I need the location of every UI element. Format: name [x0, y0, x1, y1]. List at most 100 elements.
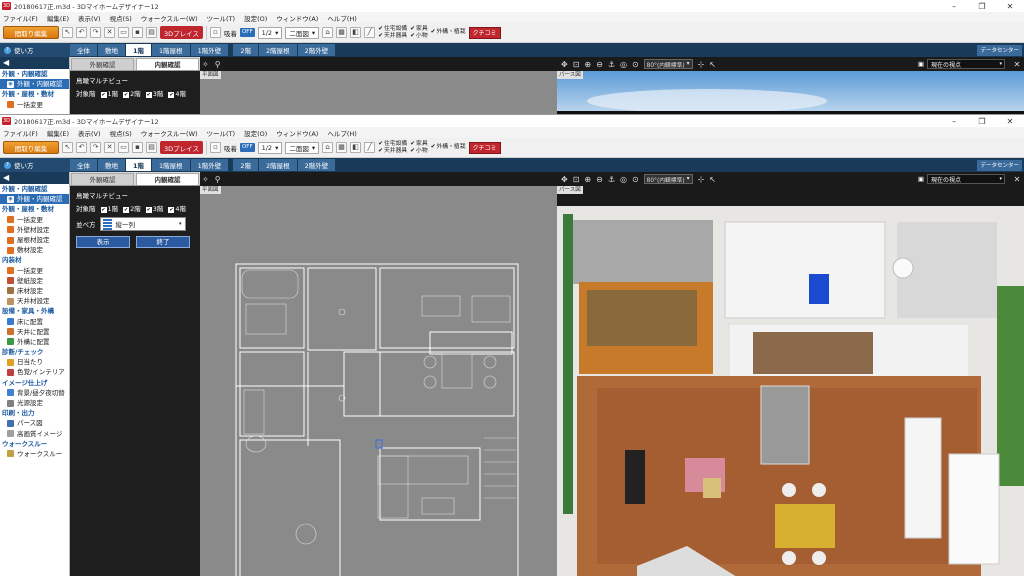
check-housing[interactable]: 住宅設備: [378, 26, 407, 33]
floor2-check[interactable]: ✔ 2階: [123, 88, 141, 98]
undo-icon[interactable]: ↶: [76, 27, 87, 38]
floor1-check[interactable]: ✔ 1階: [100, 203, 118, 213]
rotate-icon[interactable]: ◎: [620, 60, 627, 69]
menu-window[interactable]: ウィンドウ(A): [276, 128, 318, 138]
check-furniture[interactable]: 家具: [410, 26, 428, 33]
camera-dropdown[interactable]: 現在の視点 ▾: [927, 174, 1005, 184]
tab-floor1[interactable]: 1階: [126, 44, 152, 56]
check-ceiling[interactable]: 天井器具: [378, 148, 407, 155]
zoom-in-icon[interactable]: ⊕: [584, 60, 591, 69]
floor3-check[interactable]: ✔ 3階: [145, 88, 163, 98]
menu-file[interactable]: ファイル(F): [3, 13, 38, 23]
sidebar-item-light[interactable]: 光源設定: [0, 398, 69, 408]
sidebar-item-place-exterior[interactable]: 外構に配置: [0, 337, 69, 347]
restore-button[interactable]: ❐: [968, 117, 996, 126]
eye-icon[interactable]: ⊙: [632, 175, 639, 184]
tab-exterior[interactable]: 外観確認: [71, 173, 134, 185]
kuchikomi-button[interactable]: クチコミ: [468, 26, 501, 39]
camera-dropdown[interactable]: 現在の視点 ▾: [927, 59, 1005, 69]
zoom-area-icon[interactable]: ⊡: [573, 60, 580, 69]
menu-help[interactable]: ヘルプ(H): [327, 13, 356, 23]
sidebar-item-sunlight[interactable]: 日当たり: [0, 357, 69, 367]
menu-edit[interactable]: 編集(E): [47, 13, 69, 23]
menu-viewpoint[interactable]: 視点(S): [110, 128, 132, 138]
sidebar-item-wallpaper[interactable]: 壁紙設定: [0, 276, 69, 286]
light-icon[interactable]: ✧: [202, 60, 209, 69]
tab-floor1-roof[interactable]: 1階屋根: [152, 44, 190, 56]
menu-view[interactable]: 表示(V): [78, 13, 101, 23]
sidebar-item-paving[interactable]: 敷材設定: [0, 245, 69, 255]
sidebar-item-bulk[interactable]: 一括変更: [0, 100, 69, 110]
perspective-view[interactable]: ✥ ⊡ ⊕ ⊖ ⚓ ◎ ⊙ 80°(内観標準) ▾ ⊹ ↖ ▣ 現在の視点 ▾ ✕ パース図: [557, 172, 1024, 576]
open-icon[interactable]: ▭: [118, 27, 129, 38]
zoom-in-icon[interactable]: ⊕: [584, 175, 591, 184]
check-exterior[interactable]: 外構・植栽: [431, 29, 466, 36]
scale-dropdown[interactable]: 1/2 ▾: [257, 26, 283, 39]
tab-interior[interactable]: 内観確認: [136, 58, 199, 70]
ruler-icon[interactable]: ╱: [364, 142, 376, 153]
floor4-check[interactable]: ✔ 4階: [168, 88, 186, 98]
tab-floor2[interactable]: 2階: [233, 44, 258, 56]
sidebar-item-floor[interactable]: 床材設定: [0, 286, 69, 296]
sidebar-item-bulk-change[interactable]: 一括変更: [0, 215, 69, 225]
sidebar-item-view-check[interactable]: ◉ 外観・内観確認: [0, 194, 69, 205]
minimize-button[interactable]: –: [940, 117, 968, 126]
view-close-button[interactable]: ✕: [1010, 60, 1024, 69]
snap-toggle[interactable]: OFF: [239, 143, 255, 152]
3dplace-button[interactable]: 3Dプレイス: [160, 141, 203, 154]
tab-floor2[interactable]: 2階: [233, 159, 258, 171]
move-icon[interactable]: ✥: [561, 175, 568, 184]
save-icon[interactable]: ▪: [132, 27, 143, 38]
scale-dropdown[interactable]: 1/2 ▾: [257, 141, 283, 154]
rotate-icon[interactable]: ◎: [620, 175, 627, 184]
menu-walkthrough[interactable]: ウォークスルー(W): [141, 13, 198, 23]
tab-all[interactable]: 全体: [70, 44, 97, 56]
sidebar-item-walkthrough[interactable]: ウォークスルー: [0, 449, 69, 459]
check-group-1[interactable]: 住宅設備天井器具: [378, 141, 407, 155]
open-icon[interactable]: ▭: [118, 142, 129, 153]
close-button[interactable]: ✕: [996, 2, 1024, 11]
floor3-check[interactable]: ✔ 3階: [145, 203, 163, 213]
menu-viewpoint[interactable]: 視点(S): [110, 13, 132, 23]
menu-help[interactable]: ヘルプ(H): [327, 128, 356, 138]
sidebar-item-background[interactable]: 背景/昼夕夜切替: [0, 388, 69, 398]
lens-dropdown[interactable]: 80°(内観標準) ▾: [643, 174, 693, 184]
menu-edit[interactable]: 編集(E): [47, 128, 69, 138]
sidebar-item-roof[interactable]: 屋根材設定: [0, 235, 69, 245]
arrange-dropdown[interactable]: 縦一列 ▾: [99, 217, 186, 231]
select-icon[interactable]: ↖: [62, 142, 73, 153]
menu-file[interactable]: ファイル(F): [3, 128, 38, 138]
menu-tools[interactable]: ツール(T): [207, 128, 236, 138]
select-icon[interactable]: ↖: [62, 27, 73, 38]
fit-icon[interactable]: ⊹: [698, 175, 705, 184]
datacenter-button[interactable]: データセンター: [977, 159, 1022, 171]
view-mode-dropdown[interactable]: 二面図 ▾: [285, 141, 320, 154]
datacenter-button[interactable]: データセンター: [977, 44, 1022, 56]
check-group-1[interactable]: 住宅設備天井器具: [378, 26, 407, 40]
show-button[interactable]: 表示: [76, 236, 130, 248]
tab-site[interactable]: 敷地: [98, 44, 125, 56]
eye-icon[interactable]: ⊙: [632, 60, 639, 69]
lens-dropdown[interactable]: 80°(内観標準) ▾: [643, 59, 693, 69]
tab-all[interactable]: 全体: [70, 159, 97, 171]
zoom-out-icon[interactable]: ⊖: [596, 175, 603, 184]
help-button[interactable]: ? 使い方: [0, 158, 70, 172]
tab-floor1-wall[interactable]: 1階外壁: [190, 159, 229, 171]
menu-view[interactable]: 表示(V): [78, 128, 101, 138]
pin-icon[interactable]: ⚲: [215, 175, 221, 184]
print-icon[interactable]: ▤: [146, 142, 157, 153]
pin-icon[interactable]: ⚲: [215, 60, 221, 69]
check-small[interactable]: 小物: [410, 148, 428, 155]
snap-icon[interactable]: ▫: [209, 27, 221, 38]
walk-icon[interactable]: ⚓: [608, 175, 615, 184]
sidebar-item-place-ceiling[interactable]: 天井に配置: [0, 327, 69, 337]
save-icon[interactable]: ▪: [132, 142, 143, 153]
menu-walkthrough[interactable]: ウォークスルー(W): [141, 128, 198, 138]
sidebar-item-hq-image[interactable]: 高画質イメージ: [0, 429, 69, 439]
menu-window[interactable]: ウィンドウ(A): [276, 13, 318, 23]
check-group-2[interactable]: 家具小物: [410, 26, 428, 40]
pointer-icon[interactable]: ↖: [709, 175, 716, 184]
delete-icon[interactable]: ✕: [104, 27, 115, 38]
check-exterior[interactable]: 外構・植栽: [431, 144, 466, 151]
check-group-2[interactable]: 家具小物: [410, 141, 428, 155]
